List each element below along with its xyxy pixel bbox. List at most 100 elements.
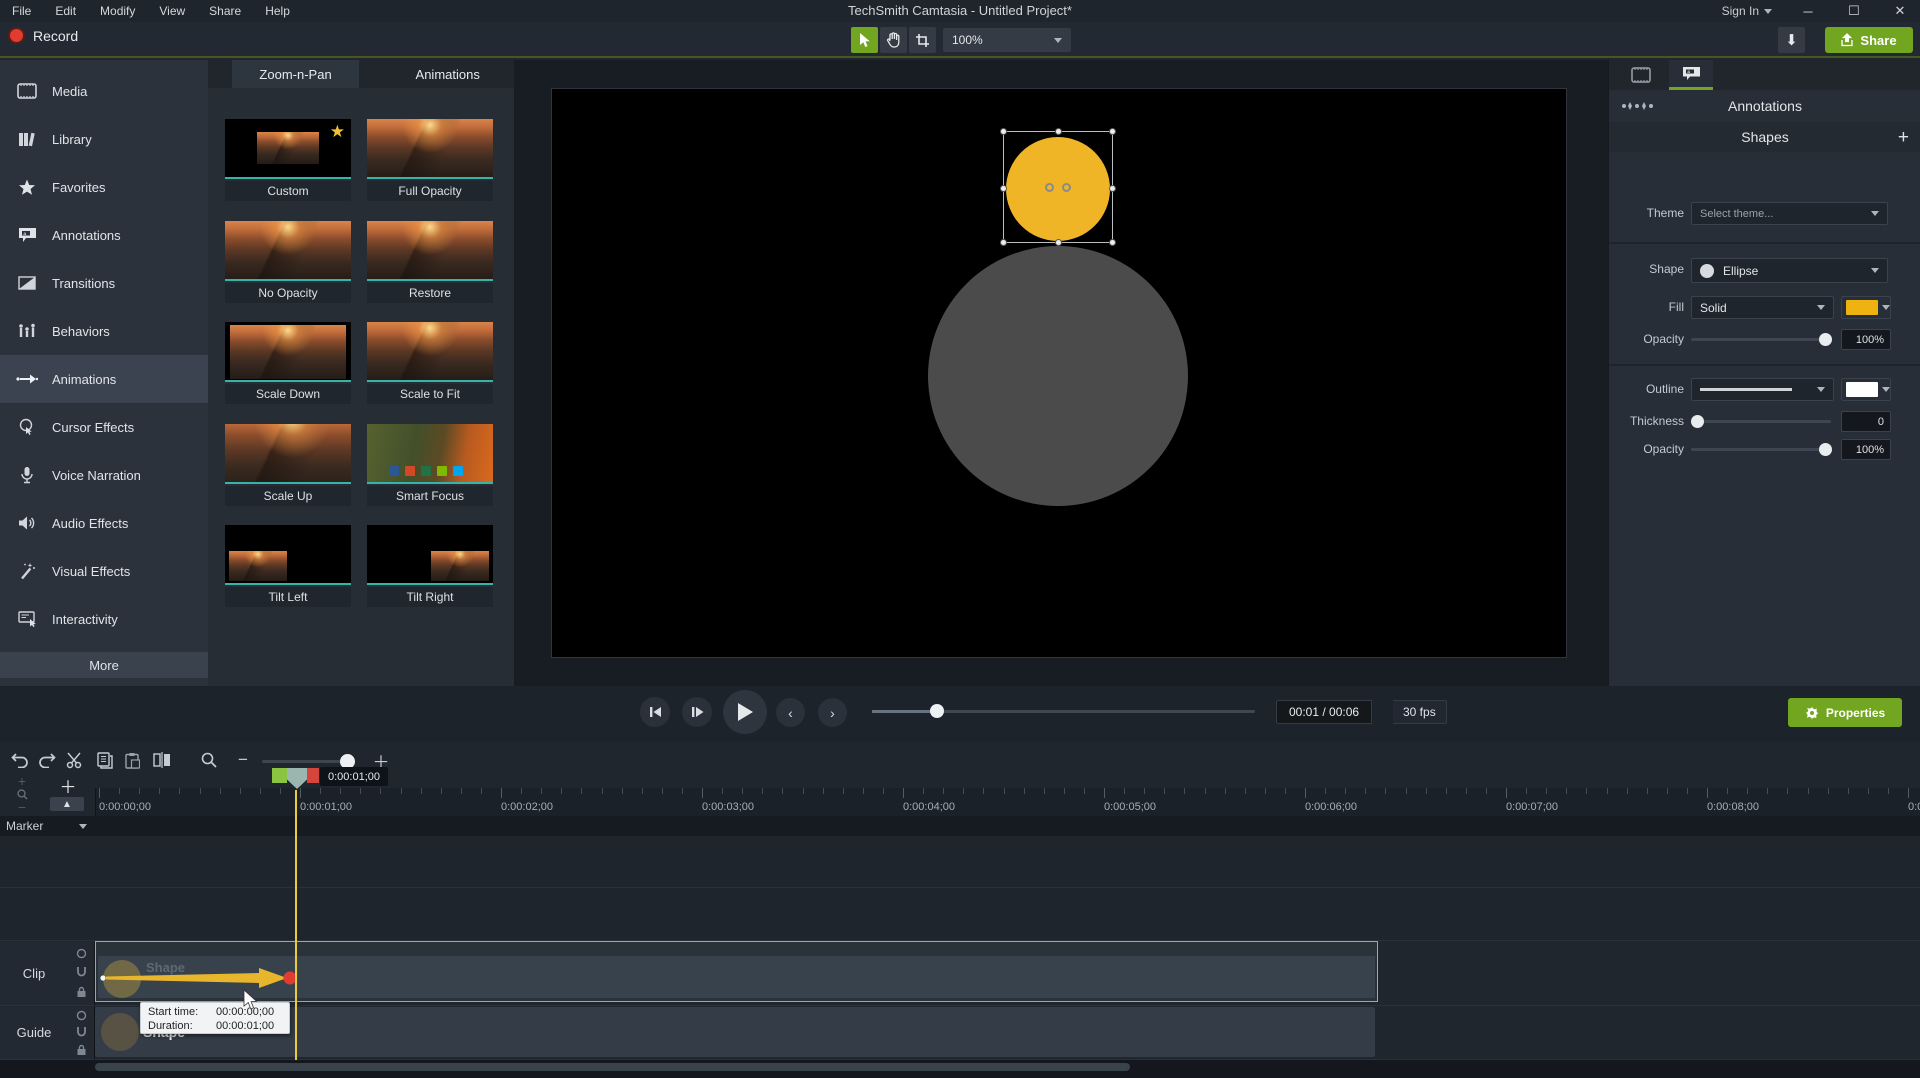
resize-handle-e[interactable]: [1109, 185, 1116, 192]
sidebar-item-annotations[interactable]: a Annotations: [0, 211, 208, 259]
track-height-widget[interactable]: ＋ － ●: [12, 775, 32, 822]
animation-preset-scale-down[interactable]: Scale Down: [225, 322, 351, 404]
animation-preset-full-opacity[interactable]: Full Opacity: [367, 119, 493, 201]
timeline-ruler[interactable]: 0:00:00;00 0:00:01;00 0:00:02;00 0:00:03…: [95, 788, 1920, 816]
theme-dropdown[interactable]: Select theme...: [1691, 202, 1888, 225]
outline-opacity-slider[interactable]: [1691, 448, 1831, 451]
download-button[interactable]: ⬇: [1778, 27, 1805, 53]
resize-handle-sw[interactable]: [1000, 239, 1007, 246]
add-shape-button[interactable]: +: [1898, 128, 1909, 147]
scrollbar-handle[interactable]: [95, 1063, 1130, 1071]
track-header-clip[interactable]: Clip: [0, 942, 95, 1006]
animation-preset-smart-focus[interactable]: Smart Focus: [367, 424, 493, 506]
cut-button[interactable]: [62, 747, 88, 773]
resize-handle-w[interactable]: [1000, 185, 1007, 192]
outline-opacity-value[interactable]: 100%: [1841, 439, 1891, 460]
animation-preset-custom[interactable]: ★ Custom: [225, 119, 351, 201]
timeline-zoom-slider[interactable]: [262, 760, 352, 763]
resize-handle-s[interactable]: [1055, 239, 1062, 246]
sidebar-item-visual-effects[interactable]: Visual Effects: [0, 547, 208, 595]
maximize-button[interactable]: ☐: [1844, 3, 1864, 19]
close-button[interactable]: ✕: [1890, 3, 1910, 19]
tab-annotation-properties[interactable]: a: [1669, 60, 1713, 90]
playhead-head[interactable]: [287, 768, 307, 789]
undo-button[interactable]: [6, 747, 32, 773]
rotation-handle[interactable]: [1062, 183, 1071, 192]
paste-button[interactable]: [119, 747, 145, 773]
empty-lane-1[interactable]: [0, 836, 1920, 888]
copy-button[interactable]: [92, 747, 118, 773]
minimize-button[interactable]: ─: [1798, 4, 1818, 19]
sidebar-item-animations[interactable]: Animations: [0, 355, 208, 403]
more-button[interactable]: More: [0, 652, 208, 678]
sidebar-item-favorites[interactable]: Favorites: [0, 163, 208, 211]
thickness-slider[interactable]: [1691, 420, 1831, 423]
track-lock-icon[interactable]: [76, 986, 87, 998]
track-header-guide[interactable]: Guide: [0, 1007, 95, 1060]
seek-slider-knob[interactable]: [930, 704, 944, 718]
resize-handle-n[interactable]: [1055, 128, 1062, 135]
tab-media-properties[interactable]: [1619, 60, 1663, 90]
selection-box[interactable]: [1003, 131, 1113, 243]
animation-preset-no-opacity[interactable]: No Opacity: [225, 221, 351, 303]
crop-tool-button[interactable]: [909, 27, 936, 53]
pan-tool-button[interactable]: [880, 27, 907, 53]
record-button[interactable]: Record: [8, 27, 78, 44]
playhead-in-handle[interactable]: [272, 768, 287, 783]
track-magnet-icon[interactable]: [76, 966, 87, 978]
add-track-button[interactable]: ＋: [56, 776, 80, 795]
play-button[interactable]: [723, 690, 767, 734]
sidebar-item-behaviors[interactable]: Behaviors: [0, 307, 208, 355]
properties-button[interactable]: Properties: [1788, 698, 1902, 727]
sidebar-item-cursor-effects[interactable]: Cursor Effects: [0, 403, 208, 451]
marker-row[interactable]: Marker: [0, 816, 1920, 836]
previous-frame-button[interactable]: [640, 697, 670, 727]
sidebar-item-audio-effects[interactable]: Audio Effects: [0, 499, 208, 547]
resize-handle-nw[interactable]: [1000, 128, 1007, 135]
animation-preset-scale-up[interactable]: Scale Up: [225, 424, 351, 506]
empty-lane-2[interactable]: [0, 889, 1920, 941]
favorite-star-icon[interactable]: ★: [330, 122, 345, 142]
outline-color-swatch[interactable]: [1841, 378, 1891, 401]
tab-zoom-n-pan[interactable]: Zoom-n-Pan: [232, 60, 360, 88]
jump-forward-button[interactable]: ›: [818, 698, 847, 727]
canvas[interactable]: [551, 88, 1567, 658]
sidebar-item-transitions[interactable]: Transitions: [0, 259, 208, 307]
tab-animations[interactable]: Animations: [381, 60, 514, 88]
shape-dropdown[interactable]: Ellipse: [1691, 258, 1888, 283]
selected-clip[interactable]: Shape: [95, 941, 1378, 1002]
sidebar-item-interactivity[interactable]: Interactivity: [0, 595, 208, 643]
fill-color-swatch[interactable]: [1841, 296, 1891, 319]
track-lock-icon[interactable]: [76, 1044, 87, 1056]
track-visibility-icon[interactable]: [76, 948, 87, 959]
fill-opacity-slider[interactable]: [1691, 338, 1831, 341]
timeline-scrollbar[interactable]: [0, 1060, 1920, 1078]
playhead-line[interactable]: [295, 790, 297, 1060]
sidebar-item-library[interactable]: Library: [0, 115, 208, 163]
animation-preset-scale-to-fit[interactable]: Scale to Fit: [367, 322, 493, 404]
animation-preset-tilt-right[interactable]: Tilt Right: [367, 525, 493, 607]
outline-style-dropdown[interactable]: [1691, 378, 1834, 401]
animation-preset-tilt-left[interactable]: Tilt Left: [225, 525, 351, 607]
zoom-out-button[interactable]: −: [230, 747, 256, 773]
thickness-value[interactable]: 0: [1841, 411, 1891, 432]
redo-button[interactable]: [34, 747, 60, 773]
sidebar-item-media[interactable]: Media: [0, 67, 208, 115]
fill-style-dropdown[interactable]: Solid: [1691, 296, 1834, 319]
playhead-out-handle[interactable]: [307, 768, 319, 783]
split-button[interactable]: [149, 747, 175, 773]
center-anchor-handle[interactable]: [1045, 183, 1054, 192]
track-magnet-icon[interactable]: [76, 1026, 87, 1038]
fill-opacity-value[interactable]: 100%: [1841, 329, 1891, 350]
select-tool-button[interactable]: [851, 27, 878, 53]
sign-in-button[interactable]: Sign In: [1722, 4, 1772, 18]
next-frame-button[interactable]: [682, 697, 712, 727]
track-visibility-icon[interactable]: [76, 1010, 87, 1021]
canvas-zoom-dropdown[interactable]: 100%: [943, 28, 1071, 52]
gray-circle-shape[interactable]: [928, 246, 1188, 506]
sidebar-item-voice-narration[interactable]: Voice Narration: [0, 451, 208, 499]
collapse-tracks-button[interactable]: ▲: [50, 797, 84, 811]
animation-arrow[interactable]: [99, 964, 299, 992]
resize-handle-ne[interactable]: [1109, 128, 1116, 135]
jump-back-button[interactable]: ‹: [776, 698, 805, 727]
